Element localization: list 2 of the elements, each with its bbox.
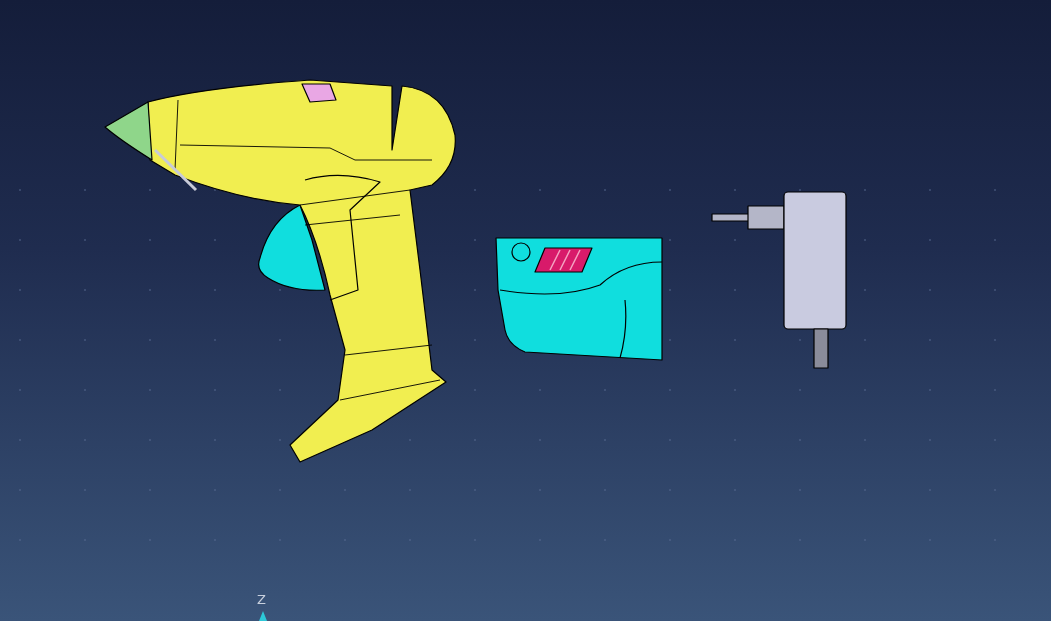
z-axis-arrow-icon — [259, 611, 267, 621]
axis-label: Z — [257, 592, 266, 608]
